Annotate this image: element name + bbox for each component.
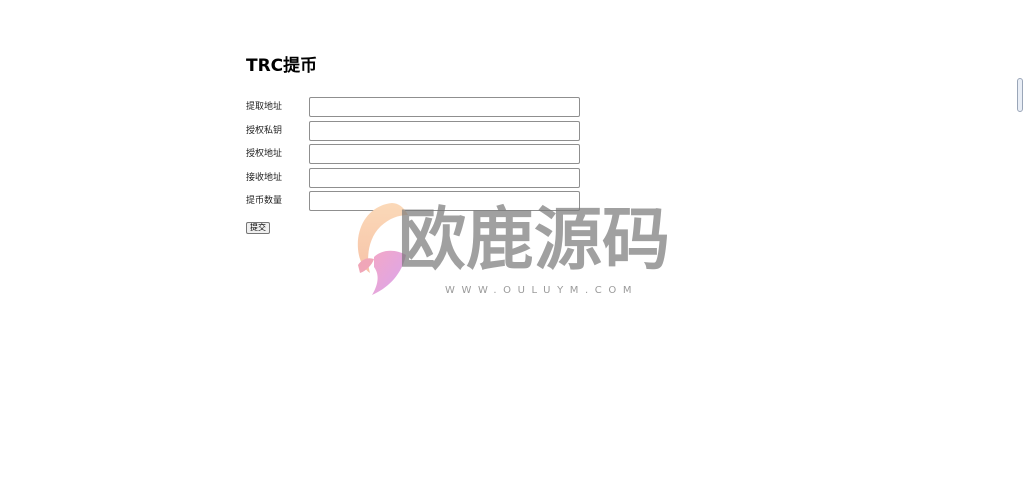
form-row-receive-address: 接收地址	[246, 167, 586, 188]
scrollbar-thumb[interactable]	[1017, 78, 1023, 112]
auth-address-input[interactable]	[309, 144, 580, 165]
withdraw-form: TRC提币 提取地址 授权私钥 授权地址 接收地址 提币数量 提交	[246, 55, 586, 234]
form-row-withdraw-address: 提取地址	[246, 97, 586, 117]
form-row-auth-address: 授权地址	[246, 144, 586, 165]
withdraw-amount-input[interactable]	[309, 191, 580, 212]
withdraw-amount-label: 提币数量	[246, 196, 283, 207]
withdraw-address-label: 提取地址	[246, 102, 283, 112]
submit-button[interactable]: 提交	[246, 221, 270, 234]
receive-address-input[interactable]	[309, 167, 580, 188]
form-row-withdraw-amount: 提币数量	[246, 191, 586, 212]
auth-private-key-input[interactable]	[309, 120, 580, 141]
page-title: TRC提币	[246, 56, 318, 76]
auth-address-label: 授权地址	[246, 149, 283, 160]
withdraw-address-input[interactable]	[309, 97, 580, 117]
page: TRC提币 提取地址 授权私钥 授权地址 接收地址 提币数量 提交 欧鹿源码 W…	[0, 0, 1024, 495]
form-row-auth-private-key: 授权私钥	[246, 120, 586, 141]
auth-private-key-label: 授权私钥	[246, 125, 283, 136]
watermark-url: WWW.OULUYM.COM	[445, 285, 639, 296]
receive-address-label: 接收地址	[246, 172, 283, 183]
